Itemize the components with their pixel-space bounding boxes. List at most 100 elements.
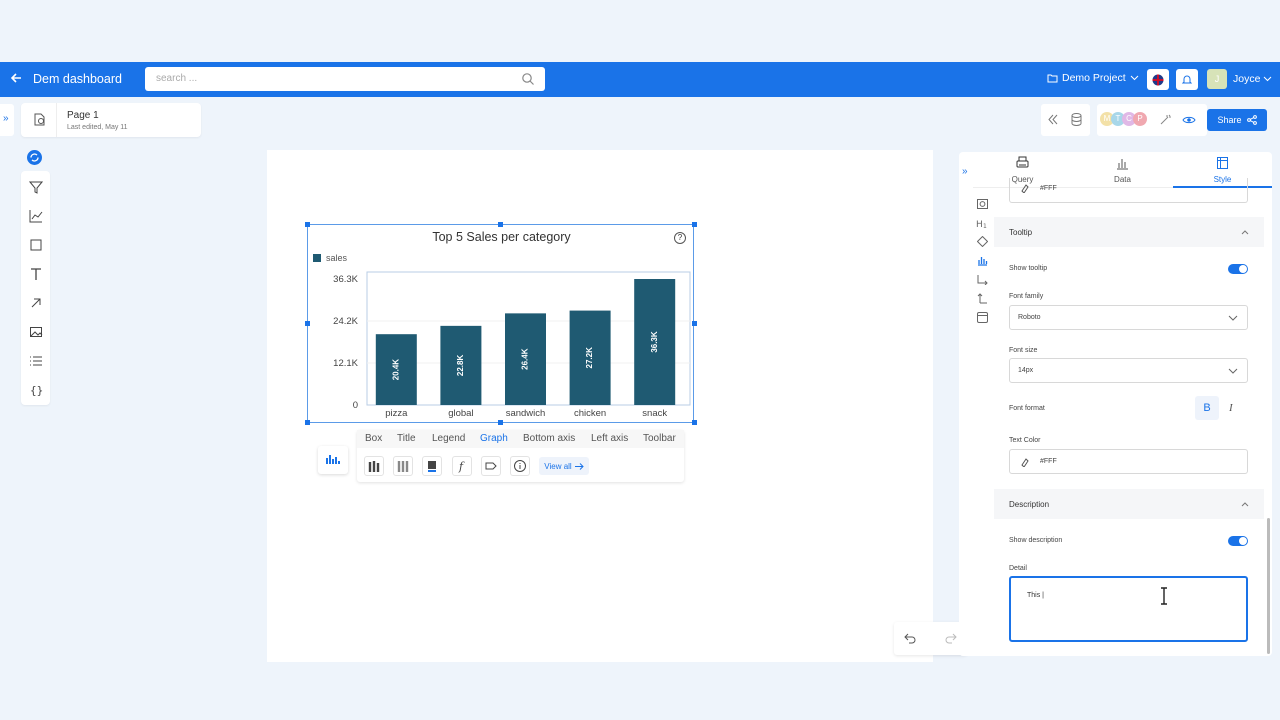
- tab-graph[interactable]: Graph: [480, 433, 508, 444]
- legend-diamond-icon[interactable]: [975, 232, 989, 251]
- tab-box[interactable]: Box: [365, 433, 382, 444]
- text-color-field[interactable]: #FFF: [1009, 449, 1248, 474]
- chart-line-icon[interactable]: [28, 208, 43, 223]
- heading-icon[interactable]: H1: [975, 213, 989, 232]
- language-button[interactable]: [1147, 69, 1169, 90]
- resize-handle[interactable]: [692, 420, 697, 425]
- text-color-label: Text Color: [1009, 437, 1041, 444]
- detail-value: This |: [1027, 592, 1044, 599]
- description-section-header[interactable]: Description: [994, 489, 1264, 519]
- dashboard-title: Dem dashboard: [33, 72, 122, 86]
- tab-bottom-axis[interactable]: Bottom axis: [523, 433, 575, 444]
- section-title: Tooltip: [1009, 228, 1033, 237]
- flag-icon: [1152, 74, 1164, 85]
- resize-handle[interactable]: [498, 420, 503, 425]
- show-description-label: Show description: [1009, 537, 1063, 544]
- bottom-axis-icon[interactable]: [975, 270, 989, 289]
- tab-left-axis[interactable]: Left axis: [591, 433, 628, 444]
- user-menu[interactable]: Joyce: [1233, 73, 1272, 85]
- collaborator-avatar[interactable]: P: [1133, 112, 1147, 126]
- rectangle-icon[interactable]: [28, 237, 43, 252]
- detail-textarea[interactable]: This |: [1009, 576, 1248, 642]
- font-format-label: Font format: [1009, 405, 1045, 412]
- collaborators-group: M T C P: [1097, 104, 1207, 136]
- font-size-value: 14px: [1018, 367, 1034, 374]
- chart-type-button[interactable]: [318, 446, 348, 474]
- bar-style-icon[interactable]: [364, 456, 384, 476]
- view-all-button[interactable]: View all: [539, 457, 589, 475]
- page-card[interactable]: Page 1 Last edited, May 11: [21, 103, 201, 137]
- search-icon[interactable]: [521, 72, 535, 86]
- resize-handle[interactable]: [305, 420, 310, 425]
- left-axis-icon[interactable]: [975, 289, 989, 308]
- resize-handle[interactable]: [692, 222, 697, 227]
- resize-handle[interactable]: [305, 321, 310, 326]
- chevron-down-icon: [1130, 75, 1138, 81]
- list-icon[interactable]: [28, 353, 43, 368]
- back-arrow-icon[interactable]: [9, 71, 23, 85]
- y-tick-label: 24.2K: [333, 316, 358, 327]
- page-last-edited: Last edited, May 11: [67, 124, 128, 131]
- tab-legend[interactable]: Legend: [432, 433, 465, 444]
- label-icon[interactable]: [481, 456, 501, 476]
- font-size-label: Font size: [1009, 347, 1038, 354]
- x-tick-label: pizza: [385, 408, 408, 419]
- italic-button[interactable]: I: [1229, 402, 1233, 414]
- show-tooltip-toggle[interactable]: [1228, 264, 1248, 274]
- project-selector[interactable]: Demo Project: [1047, 72, 1139, 84]
- user-name: Joyce: [1233, 73, 1261, 85]
- magic-icon[interactable]: [1159, 114, 1171, 126]
- x-tick-label: global: [448, 408, 473, 419]
- chevron-down-icon: [1228, 315, 1238, 321]
- left-panel-expander[interactable]: »: [0, 104, 14, 136]
- resize-handle[interactable]: [305, 222, 310, 227]
- search-input[interactable]: search ...: [145, 67, 545, 91]
- font-size-select[interactable]: 14px: [1009, 358, 1248, 383]
- resize-handle[interactable]: [498, 222, 503, 227]
- box-style-icon[interactable]: [975, 194, 989, 213]
- style-section-icons: H1: [975, 194, 989, 327]
- sync-icon[interactable]: [27, 150, 42, 165]
- bold-button[interactable]: B: [1195, 396, 1219, 420]
- bar-color-icon[interactable]: [422, 456, 442, 476]
- panel-scrollbar[interactable]: [1267, 518, 1270, 654]
- info-icon[interactable]: [510, 456, 530, 476]
- double-chevron-right-icon[interactable]: »: [962, 166, 968, 177]
- image-icon[interactable]: [28, 324, 43, 339]
- color-field[interactable]: #FFF: [1009, 178, 1248, 203]
- graph-style-icon[interactable]: [975, 251, 989, 270]
- tooltip-section-header[interactable]: Tooltip: [994, 217, 1264, 247]
- eye-icon[interactable]: [1182, 115, 1196, 125]
- redo-icon[interactable]: [944, 632, 957, 644]
- tab-title[interactable]: Title: [397, 433, 416, 444]
- toolbar-style-icon[interactable]: [975, 308, 989, 327]
- user-avatar[interactable]: J: [1207, 69, 1227, 89]
- undo-redo-controls: [894, 622, 967, 655]
- notification-button[interactable]: [1176, 69, 1198, 90]
- x-tick-label: chicken: [574, 408, 606, 419]
- text-color-value: #FFF: [1040, 458, 1057, 465]
- function-icon[interactable]: f: [452, 456, 472, 476]
- svg-text:1: 1: [983, 223, 987, 228]
- show-description-toggle[interactable]: [1228, 536, 1248, 546]
- code-braces-icon[interactable]: {}: [28, 382, 43, 397]
- chart-widget[interactable]: Top 5 Sales per category ? sales 0 12.1K 2…: [307, 224, 694, 423]
- undo-icon[interactable]: [904, 632, 917, 644]
- share-button[interactable]: Share: [1207, 109, 1267, 131]
- grouped-bar-icon[interactable]: [393, 456, 413, 476]
- chart-type-icon: [326, 455, 340, 464]
- filter-icon[interactable]: [28, 179, 43, 194]
- search-placeholder: search ...: [156, 73, 198, 84]
- resize-handle[interactable]: [692, 321, 697, 326]
- double-chevron-left-icon[interactable]: [1047, 114, 1059, 125]
- action-bar: M T C P Share: [1041, 104, 1276, 136]
- bar-data-label: 26.4K: [521, 348, 530, 370]
- bar-chart: 0 12.1K 24.2K 36.3K 20.4K pizza 22.8K global 26.…: [333, 271, 691, 419]
- arrow-icon[interactable]: [28, 295, 43, 310]
- font-family-select[interactable]: Roboto: [1009, 305, 1248, 330]
- text-icon[interactable]: [28, 266, 43, 281]
- tab-toolbar[interactable]: Toolbar: [643, 433, 676, 444]
- bar-data-label: 36.3K: [650, 331, 659, 353]
- database-icon[interactable]: [1071, 113, 1082, 126]
- paint-icon: [1021, 184, 1029, 193]
